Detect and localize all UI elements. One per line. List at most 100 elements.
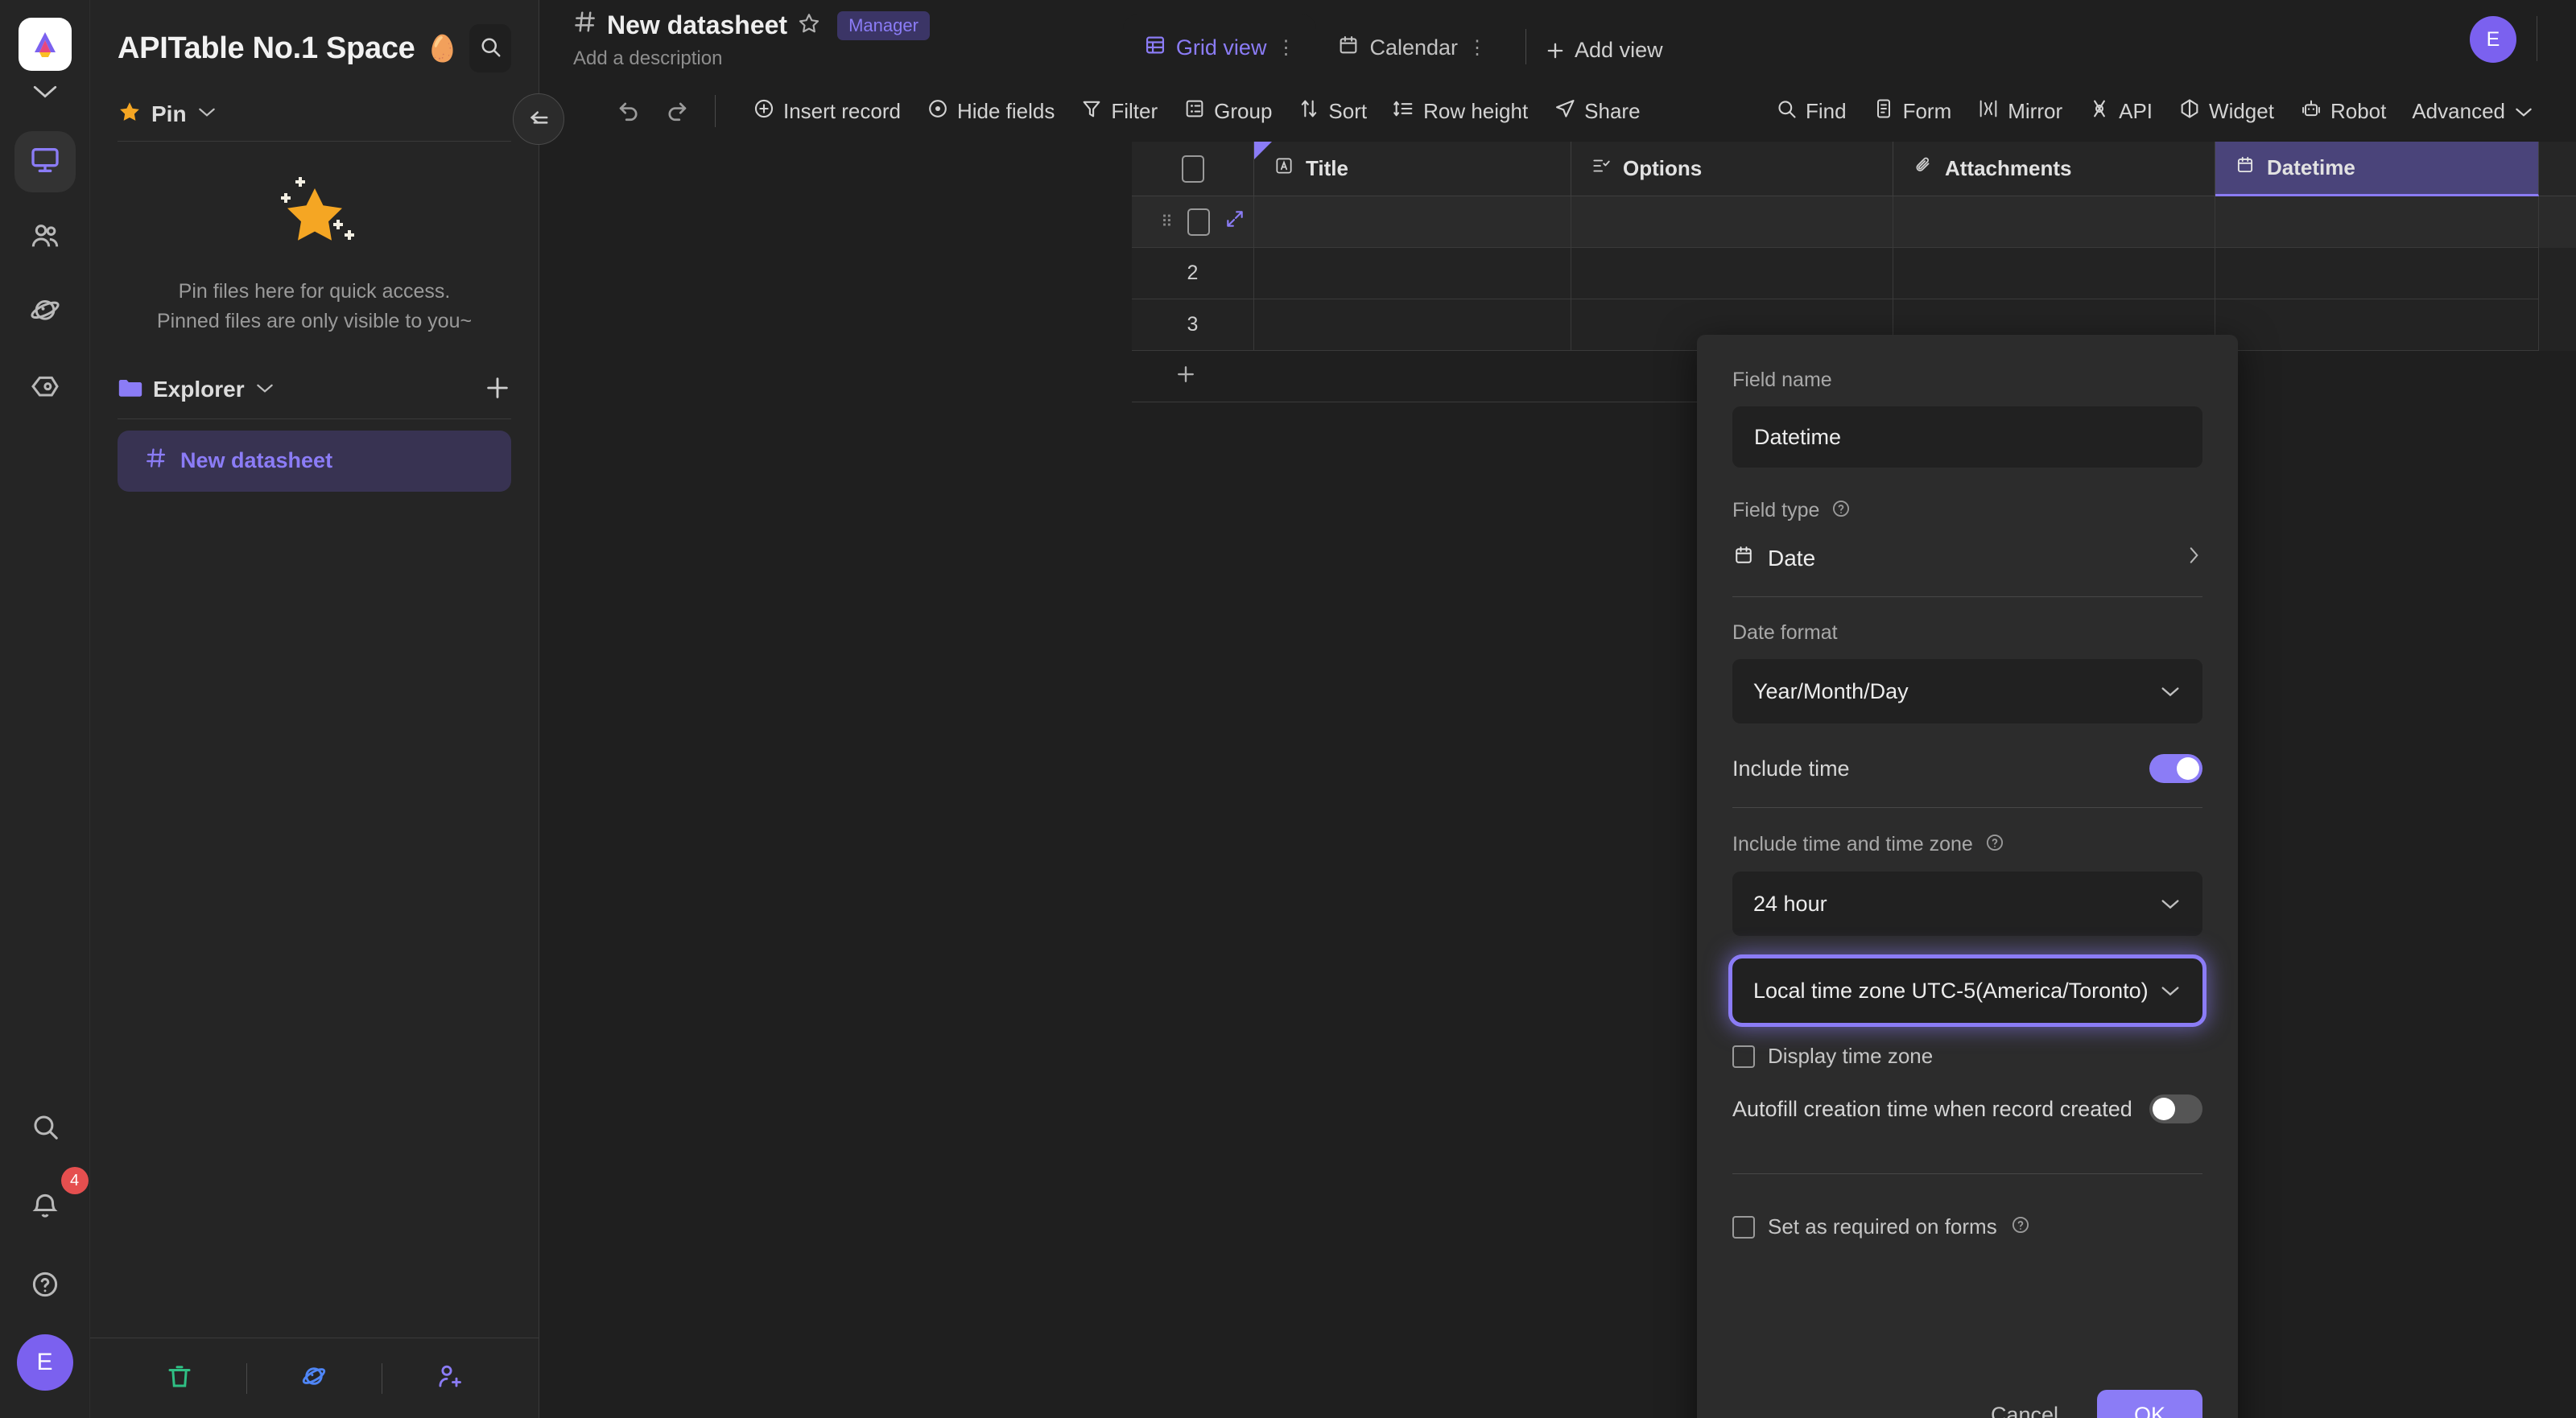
- tab-label: Calendar: [1369, 35, 1459, 60]
- explorer-section-header[interactable]: Explorer: [90, 374, 539, 406]
- time-zone-select[interactable]: Local time zone UTC-5(America/Toronto): [1728, 954, 2207, 1027]
- row-checkbox[interactable]: [1187, 208, 1210, 236]
- row-height-button[interactable]: Row height: [1380, 91, 1541, 132]
- column-header-attachments[interactable]: Attachments: [1893, 142, 2215, 196]
- drag-handle-icon[interactable]: ⠿: [1161, 214, 1173, 230]
- rail-notifications-button[interactable]: 4: [14, 1167, 89, 1238]
- app-rail: 4 E: [0, 0, 90, 1418]
- cell-attachments[interactable]: [1893, 196, 2215, 248]
- view-more-icon[interactable]: ⋮: [1276, 36, 1295, 60]
- redo-icon[interactable]: [663, 96, 691, 127]
- pin-section-header[interactable]: Pin: [90, 100, 539, 128]
- cell-datetime[interactable]: [2215, 196, 2539, 248]
- row-header[interactable]: ⠿: [1132, 196, 1254, 248]
- trash-icon[interactable]: [165, 1362, 194, 1395]
- row-number[interactable]: 3: [1132, 299, 1254, 351]
- field-name-input[interactable]: Datetime: [1732, 406, 2202, 468]
- include-time-toggle[interactable]: [2149, 754, 2202, 783]
- display-time-zone-row[interactable]: Display time zone: [1732, 1044, 2202, 1069]
- field-type-selector[interactable]: Date: [1732, 544, 2202, 572]
- display-time-zone-checkbox[interactable]: [1732, 1045, 1755, 1068]
- question-circle-icon[interactable]: [2010, 1214, 2031, 1239]
- add-node-button[interactable]: [484, 374, 511, 406]
- user-avatar-rail[interactable]: E: [16, 1334, 73, 1391]
- share-button[interactable]: Share: [1541, 91, 1653, 132]
- autofill-toggle[interactable]: [2149, 1094, 2202, 1123]
- cell-datetime[interactable]: [2215, 299, 2539, 351]
- space-name[interactable]: APITable No.1 Space: [118, 31, 415, 66]
- rail-item-members[interactable]: [14, 207, 76, 268]
- sidebar-collapse-button[interactable]: [513, 93, 564, 145]
- button-label: Sort: [1328, 98, 1368, 123]
- question-circle-icon[interactable]: [1984, 832, 2005, 857]
- required-on-forms-label: Set as required on forms: [1768, 1214, 1997, 1239]
- rail-item-space-explore[interactable]: [14, 282, 76, 344]
- field-name-label: Field name: [1732, 369, 1832, 391]
- cell-title[interactable]: [1254, 248, 1571, 299]
- rail-search-button[interactable]: [14, 1098, 76, 1159]
- undo-icon[interactable]: [615, 96, 642, 127]
- space-switcher-chevron-icon[interactable]: [31, 84, 59, 104]
- find-button[interactable]: Find: [1762, 91, 1860, 132]
- robot-button[interactable]: Robot: [2287, 91, 2399, 132]
- widget-button[interactable]: Widget: [2165, 91, 2287, 132]
- tab-calendar[interactable]: Calendar ⋮: [1316, 14, 1508, 80]
- planet-icon[interactable]: [299, 1362, 328, 1395]
- cell-options[interactable]: [1571, 248, 1893, 299]
- select-all-cell[interactable]: [1132, 142, 1254, 196]
- sort-button[interactable]: Sort: [1285, 91, 1380, 132]
- insert-record-button[interactable]: Insert record: [740, 91, 914, 132]
- time-zone-label-row: Include time and time zone: [1732, 832, 2202, 857]
- sidebar-search-button[interactable]: [469, 24, 511, 72]
- group-button[interactable]: Group: [1170, 91, 1285, 132]
- user-plus-icon[interactable]: [435, 1362, 464, 1395]
- main-area: New datasheet Manager Add a description: [539, 0, 2576, 1418]
- date-format-select[interactable]: Year/Month/Day: [1732, 659, 2202, 723]
- hide-fields-button[interactable]: Hide fields: [914, 91, 1067, 132]
- expand-record-icon[interactable]: [1224, 208, 1245, 235]
- column-header-datetime[interactable]: Datetime: [2215, 142, 2539, 196]
- button-label: Mirror: [2008, 98, 2063, 123]
- advanced-button[interactable]: Advanced: [2399, 93, 2547, 130]
- table-row[interactable]: 2: [1132, 248, 2576, 299]
- apitable-logo[interactable]: [18, 18, 72, 71]
- cancel-button[interactable]: Cancel: [1967, 1390, 2083, 1418]
- rail-help-button[interactable]: [14, 1255, 76, 1317]
- view-more-icon[interactable]: ⋮: [1468, 36, 1487, 60]
- add-view-button[interactable]: Add view: [1544, 38, 1663, 80]
- form-button[interactable]: Form: [1860, 91, 1965, 132]
- required-on-forms-checkbox[interactable]: [1732, 1215, 1755, 1239]
- datasheet-description[interactable]: Add a description: [573, 47, 930, 70]
- time-zone-value: Local time zone UTC-5(America/Toronto): [1753, 978, 2149, 1003]
- button-label: Hide fields: [956, 98, 1055, 123]
- column-header-title[interactable]: Title: [1254, 142, 1571, 196]
- add-field-button[interactable]: [2539, 142, 2576, 196]
- bell-icon: [30, 1190, 60, 1225]
- user-avatar-top[interactable]: E: [2470, 16, 2516, 63]
- rail-item-workbench[interactable]: [14, 131, 76, 192]
- question-circle-icon[interactable]: [1831, 498, 1852, 523]
- cell-attachments[interactable]: [1893, 248, 2215, 299]
- cell-title[interactable]: [1254, 196, 1571, 248]
- table-row[interactable]: ⠿: [1132, 196, 2576, 248]
- cell-title[interactable]: [1254, 299, 1571, 351]
- cell-options[interactable]: [1571, 196, 1893, 248]
- api-button[interactable]: API: [2075, 91, 2165, 132]
- column-header-options[interactable]: Options: [1571, 142, 1893, 196]
- hour-format-select[interactable]: 24 hour: [1732, 872, 2202, 936]
- toggle-knob: [2177, 757, 2199, 780]
- sidebar-item-new-datasheet[interactable]: New datasheet: [118, 430, 511, 492]
- cell-datetime[interactable]: [2215, 248, 2539, 299]
- ok-button[interactable]: OK: [2096, 1390, 2202, 1418]
- star-outline-icon[interactable]: [797, 11, 821, 39]
- row-number[interactable]: 2: [1132, 248, 1254, 299]
- tab-grid-view[interactable]: Grid view ⋮: [1122, 14, 1317, 80]
- sidebar: APITable No.1 Space 🥚 Pin Pin files here…: [90, 0, 564, 1418]
- page-title[interactable]: New datasheet: [607, 10, 787, 40]
- rail-item-template[interactable]: [14, 358, 76, 419]
- required-on-forms-row[interactable]: Set as required on forms: [1732, 1214, 2202, 1239]
- toolbar-right-group: Find Form Mirror API Widget Robot Advanc…: [1762, 91, 2547, 132]
- mirror-button[interactable]: Mirror: [1964, 91, 2075, 132]
- checkbox-icon[interactable]: [1181, 155, 1204, 183]
- filter-button[interactable]: Filter: [1067, 91, 1170, 132]
